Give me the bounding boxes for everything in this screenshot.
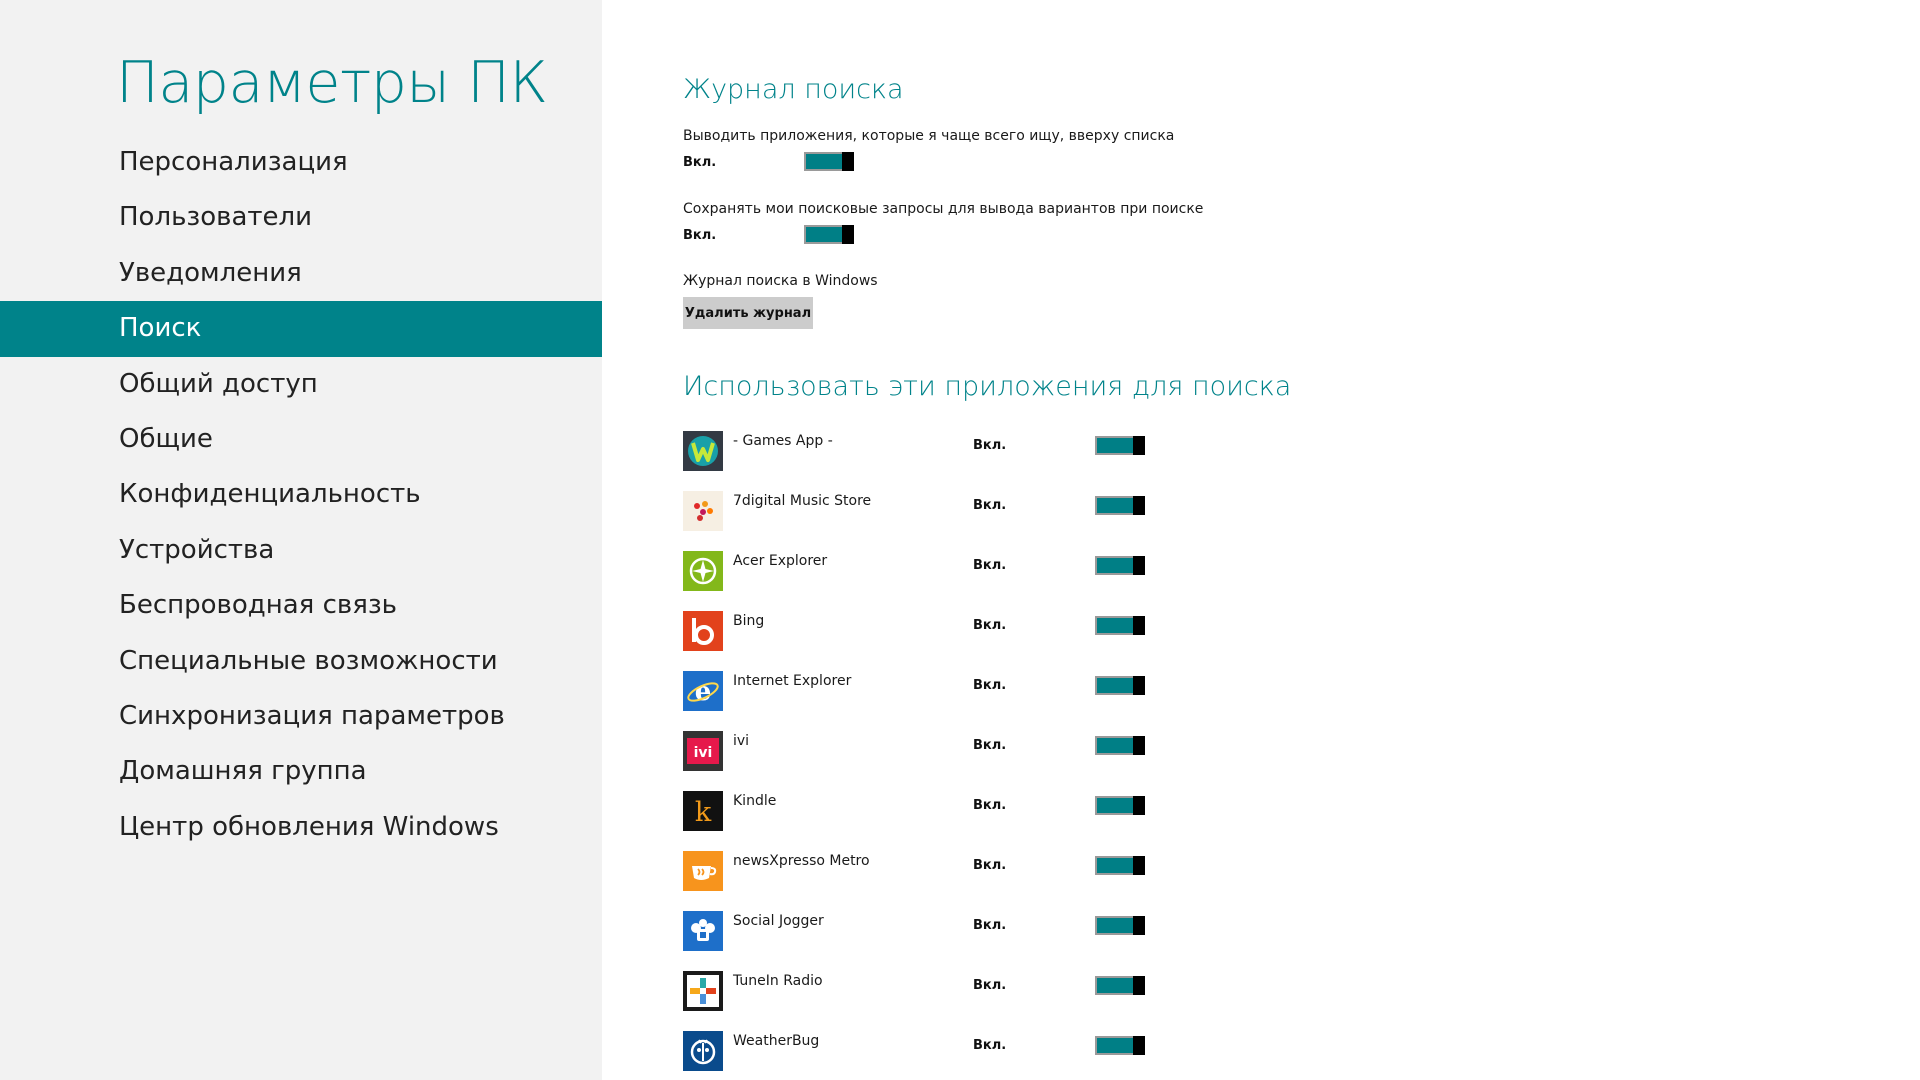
toggle-knob <box>1133 436 1145 455</box>
7digital-toggle[interactable] <box>1095 496 1145 515</box>
internet-explorer-toggle[interactable] <box>1095 676 1145 695</box>
app-state: Вкл. <box>973 498 1007 513</box>
nav-item-sync-settings[interactable]: Синхронизация параметров <box>0 689 602 744</box>
social-jogger-icon <box>683 911 723 951</box>
app-name: Bing <box>733 613 765 629</box>
toggle-knob <box>1133 676 1145 695</box>
games-app-icon <box>683 431 723 471</box>
weatherbug-toggle[interactable] <box>1095 1036 1145 1055</box>
svg-text:k: k <box>695 797 712 828</box>
acer-explorer-icon <box>683 551 723 591</box>
games-app-toggle[interactable] <box>1095 436 1145 455</box>
toggle-knob <box>842 152 854 171</box>
toggle-knob <box>1133 736 1145 755</box>
newsxpresso-toggle[interactable] <box>1095 856 1145 875</box>
toggle-knob <box>1133 916 1145 935</box>
search-history-heading: Журнал поиска <box>683 74 904 105</box>
internet-explorer-icon: e <box>683 671 723 711</box>
svg-text:ivi: ivi <box>694 745 713 761</box>
windows-search-history-label: Журнал поиска в Windows <box>683 273 878 289</box>
kindle-icon: k <box>683 791 723 831</box>
app-name: newsXpresso Metro <box>733 853 870 869</box>
app-row-internet-explorer: e Internet Explorer Вкл. <box>683 670 1203 712</box>
settings-nav-list: Персонализация Пользователи Уведомления … <box>0 135 602 855</box>
nav-item-personalization[interactable]: Персонализация <box>0 135 602 190</box>
app-state: Вкл. <box>973 978 1007 993</box>
search-apps-heading: Использовать эти приложения для поиска <box>683 371 1292 402</box>
frequent-apps-description: Выводить приложения, которые я чаще всег… <box>683 128 1175 144</box>
bing-toggle[interactable] <box>1095 616 1145 635</box>
app-row-weatherbug: WeatherBug Вкл. <box>683 1030 1203 1072</box>
app-row-acer-explorer: Acer Explorer Вкл. <box>683 550 1203 592</box>
app-name: - Games App - <box>733 433 833 449</box>
app-name: ivi <box>733 733 750 749</box>
ivi-icon: ivi <box>683 731 723 771</box>
app-row-7digital: 7digital Music Store Вкл. <box>683 490 1203 532</box>
toggle-knob <box>1133 616 1145 635</box>
tunein-radio-toggle[interactable] <box>1095 976 1145 995</box>
svg-text:e: e <box>695 677 712 707</box>
settings-nav-pane: Параметры ПК Персонализация Пользователи… <box>0 0 602 1080</box>
app-state: Вкл. <box>973 918 1007 933</box>
ivi-toggle[interactable] <box>1095 736 1145 755</box>
save-queries-description: Сохранять мои поисковые запросы для выво… <box>683 201 1204 217</box>
app-state: Вкл. <box>973 558 1007 573</box>
toggle-knob <box>1133 556 1145 575</box>
toggle-knob <box>1133 976 1145 995</box>
nav-item-ease-of-access[interactable]: Специальные возможности <box>0 634 602 689</box>
toggle-knob <box>1133 856 1145 875</box>
7digital-icon <box>683 491 723 531</box>
app-name: Social Jogger <box>733 913 824 929</box>
save-queries-state: Вкл. <box>683 228 717 243</box>
nav-item-general[interactable]: Общие <box>0 412 602 467</box>
nav-item-privacy[interactable]: Конфиденциальность <box>0 467 602 522</box>
app-state: Вкл. <box>973 798 1007 813</box>
app-row-games-app: - Games App - Вкл. <box>683 430 1203 472</box>
toggle-knob <box>1133 496 1145 515</box>
app-state: Вкл. <box>973 618 1007 633</box>
newsxpresso-icon <box>683 851 723 891</box>
nav-item-windows-update[interactable]: Центр обновления Windows <box>0 800 602 855</box>
nav-item-wireless[interactable]: Беспроводная связь <box>0 578 602 633</box>
toggle-knob <box>1133 796 1145 815</box>
app-row-kindle: k Kindle Вкл. <box>683 790 1203 832</box>
app-name: WeatherBug <box>733 1033 820 1049</box>
toggle-knob <box>842 225 854 244</box>
nav-item-devices[interactable]: Устройства <box>0 523 602 578</box>
save-queries-toggle[interactable] <box>804 225 854 244</box>
app-row-bing: Bing Вкл. <box>683 610 1203 652</box>
delete-history-button[interactable]: Удалить журнал <box>683 297 813 329</box>
acer-explorer-toggle[interactable] <box>1095 556 1145 575</box>
kindle-toggle[interactable] <box>1095 796 1145 815</box>
frequent-apps-toggle[interactable] <box>804 152 854 171</box>
app-state: Вкл. <box>973 738 1007 753</box>
nav-item-search[interactable]: Поиск <box>0 301 602 357</box>
app-row-ivi: ivi ivi Вкл. <box>683 730 1203 772</box>
app-state: Вкл. <box>973 858 1007 873</box>
frequent-apps-state: Вкл. <box>683 155 717 170</box>
app-name: Internet Explorer <box>733 673 852 689</box>
app-name: TuneIn Radio <box>733 973 823 989</box>
nav-item-users[interactable]: Пользователи <box>0 190 602 245</box>
social-jogger-toggle[interactable] <box>1095 916 1145 935</box>
bing-icon <box>683 611 723 651</box>
app-row-social-jogger: Social Jogger Вкл. <box>683 910 1203 952</box>
toggle-knob <box>1133 1036 1145 1055</box>
page-title: Параметры ПК <box>116 50 548 116</box>
nav-item-notifications[interactable]: Уведомления <box>0 246 602 301</box>
app-name: Kindle <box>733 793 777 809</box>
app-state: Вкл. <box>973 438 1007 453</box>
app-state: Вкл. <box>973 1038 1007 1053</box>
app-name: 7digital Music Store <box>733 493 872 509</box>
app-row-tunein-radio: TuneIn Radio Вкл. <box>683 970 1203 1012</box>
app-state: Вкл. <box>973 678 1007 693</box>
tunein-radio-icon <box>683 971 723 1011</box>
nav-item-homegroup[interactable]: Домашняя группа <box>0 744 602 799</box>
app-name: Acer Explorer <box>733 553 828 569</box>
app-row-newsxpresso: newsXpresso Metro Вкл. <box>683 850 1203 892</box>
weatherbug-icon <box>683 1031 723 1071</box>
nav-item-sharing[interactable]: Общий доступ <box>0 357 602 412</box>
